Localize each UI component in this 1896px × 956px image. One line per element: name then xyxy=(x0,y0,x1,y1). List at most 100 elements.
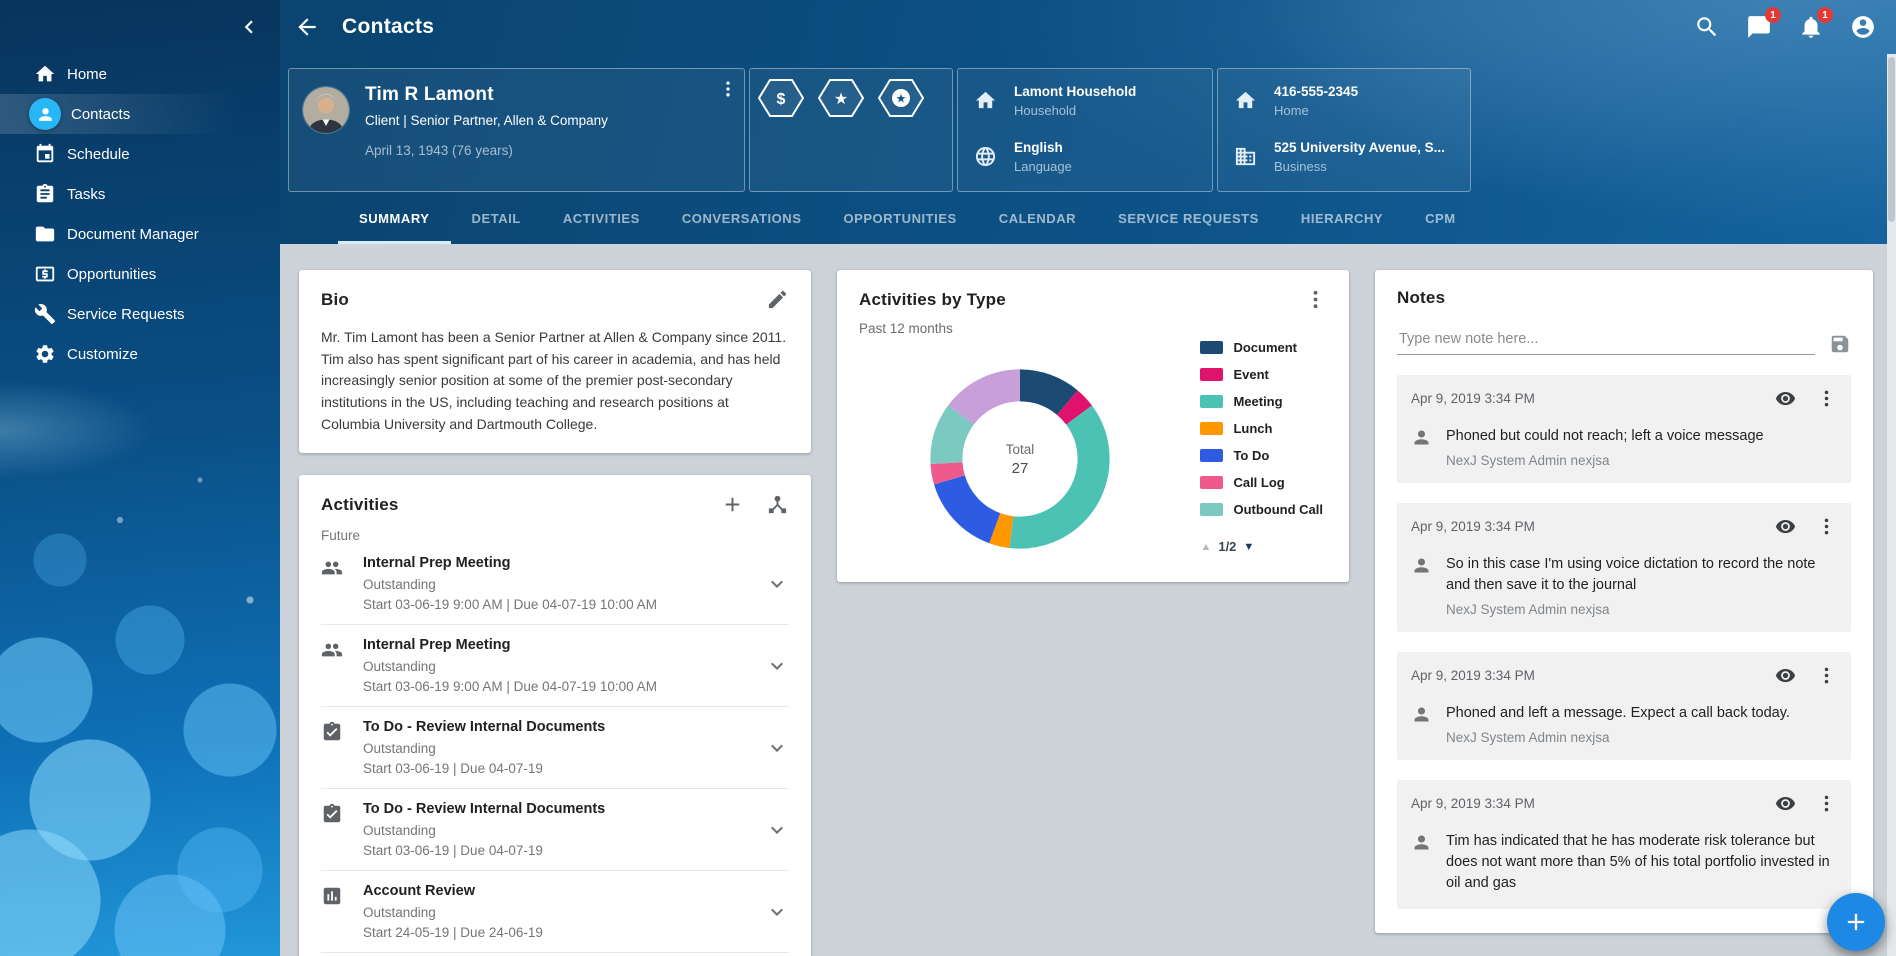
add-fab[interactable] xyxy=(1827,893,1885,951)
tab-opportunities[interactable]: OPPORTUNITIES xyxy=(822,192,977,244)
legend-pagination: ▲ 1/2 ▼ xyxy=(1200,539,1323,554)
note-input[interactable] xyxy=(1397,324,1815,355)
folder-icon xyxy=(33,222,57,246)
note-author: NexJ System Admin nexjsa xyxy=(1446,453,1764,468)
chevron-down-icon[interactable] xyxy=(765,736,789,760)
legend-item: Event xyxy=(1200,367,1323,382)
contact-menu-kebab-icon[interactable] xyxy=(718,79,738,99)
tab-calendar[interactable]: CALENDAR xyxy=(978,192,1097,244)
sidebar-item-home[interactable]: Home xyxy=(0,54,280,94)
household-row[interactable]: Lamont Household Household xyxy=(974,84,1196,118)
main-area: Contacts 1 1 Tim R Lamont Client | Senio… xyxy=(280,0,1896,956)
address-row[interactable]: 525 University Avenue, S... Business xyxy=(1234,140,1454,174)
household-type: Household xyxy=(1014,103,1136,118)
tab-cpm[interactable]: CPM xyxy=(1404,192,1477,244)
bell-icon[interactable]: 1 xyxy=(1798,14,1824,40)
tab-summary[interactable]: SUMMARY xyxy=(338,192,451,244)
note-menu-kebab-icon[interactable] xyxy=(1816,665,1837,686)
phone-row[interactable]: 416-555-2345 Home xyxy=(1234,84,1454,118)
chevron-down-icon[interactable] xyxy=(765,900,789,924)
note-menu-kebab-icon[interactable] xyxy=(1816,793,1837,814)
account-icon[interactable] xyxy=(1850,14,1876,40)
home-icon xyxy=(974,89,998,113)
phone-number: 416-555-2345 xyxy=(1274,84,1358,99)
topbar: Contacts 1 1 xyxy=(280,0,1896,54)
calendar-icon xyxy=(33,142,57,166)
chevron-down-icon[interactable] xyxy=(765,818,789,842)
legend-swatch xyxy=(1200,368,1223,381)
tab-service-requests[interactable]: SERVICE REQUESTS xyxy=(1097,192,1280,244)
eye-icon[interactable] xyxy=(1775,388,1796,409)
language-row[interactable]: English Language xyxy=(974,140,1196,174)
contact-name: Tim R Lamont xyxy=(365,84,608,106)
notifications-badge: 1 xyxy=(1817,7,1833,23)
notes-card: Notes Apr 9, 2019 3:34 PM xyxy=(1375,270,1873,933)
topbar-actions: 1 1 xyxy=(1694,14,1876,40)
bio-title: Bio xyxy=(321,290,349,310)
activity-dates: Start 03-06-19 9:00 AM | Due 04-07-19 10… xyxy=(363,597,747,612)
note-date: Apr 9, 2019 3:34 PM xyxy=(1411,668,1535,683)
note-date: Apr 9, 2019 3:34 PM xyxy=(1411,796,1535,811)
edit-pencil-icon[interactable] xyxy=(766,288,789,311)
save-icon[interactable] xyxy=(1829,333,1851,355)
activities-card: Activities Future Internal Prep Meeting … xyxy=(299,475,811,956)
activities-section-label: Future xyxy=(321,528,789,543)
eye-icon[interactable] xyxy=(1775,516,1796,537)
sidebar-item-schedule[interactable]: Schedule xyxy=(0,134,280,174)
legend-swatch xyxy=(1200,341,1223,354)
sidebar-item-service-requests[interactable]: Service Requests xyxy=(0,294,280,334)
activities-by-type-card: Activities by Type Past 12 months Total … xyxy=(837,270,1349,582)
back-arrow-icon[interactable] xyxy=(294,14,320,40)
page-title: Contacts xyxy=(342,15,434,39)
notes-title: Notes xyxy=(1397,288,1445,308)
tab-hierarchy[interactable]: HIERARCHY xyxy=(1280,192,1404,244)
legend-swatch xyxy=(1200,503,1223,516)
note-text: So in this case I'm using voice dictatio… xyxy=(1446,554,1837,596)
legend-page-down-icon[interactable]: ▼ xyxy=(1243,541,1254,553)
sidebar-item-document-manager[interactable]: Document Manager xyxy=(0,214,280,254)
note-menu-kebab-icon[interactable] xyxy=(1816,388,1837,409)
summary-content: Bio Mr. Tim Lamont has been a Senior Par… xyxy=(280,244,1896,956)
chevron-down-icon[interactable] xyxy=(765,654,789,678)
legend-page-indicator: 1/2 xyxy=(1218,539,1236,554)
tab-activities[interactable]: ACTIVITIES xyxy=(542,192,661,244)
sidebar-item-opportunities[interactable]: Opportunities xyxy=(0,254,280,294)
add-activity-icon[interactable] xyxy=(721,493,744,516)
column-middle: Activities by Type Past 12 months Total … xyxy=(837,270,1349,582)
note-item: Apr 9, 2019 3:34 PM Tim has indicated th… xyxy=(1397,780,1851,909)
person-icon xyxy=(1411,704,1432,725)
person-icon xyxy=(1411,555,1432,576)
sidebar-item-customize[interactable]: Customize xyxy=(0,334,280,374)
contact-tabs: SUMMARY DETAIL ACTIVITIES CONVERSATIONS … xyxy=(280,192,1896,244)
chevron-down-icon[interactable] xyxy=(765,572,789,596)
legend-swatch xyxy=(1200,395,1223,408)
dollar-hex-badge-icon: $ xyxy=(758,78,804,118)
activity-row: Internal Prep Meeting Outstanding Start … xyxy=(321,543,789,625)
home-icon xyxy=(1234,89,1258,113)
vertical-scrollbar[interactable] xyxy=(1887,54,1896,956)
legend-page-up-icon[interactable]: ▲ xyxy=(1200,541,1211,553)
note-text: Tim has indicated that he has moderate r… xyxy=(1446,831,1837,894)
tab-detail[interactable]: DETAIL xyxy=(451,192,542,244)
chevron-left-icon[interactable] xyxy=(236,14,262,40)
language-value: English xyxy=(1014,140,1072,155)
activity-title: To Do - Review Internal Documents xyxy=(363,719,747,735)
tab-conversations[interactable]: CONVERSATIONS xyxy=(661,192,823,244)
hierarchy-icon[interactable] xyxy=(766,493,789,516)
scrollbar-thumb[interactable] xyxy=(1888,57,1895,222)
activity-title: To Do - Review Internal Documents xyxy=(363,801,747,817)
address-value: 525 University Avenue, S... xyxy=(1274,140,1445,155)
activity-dates: Start 03-06-19 | Due 04-07-19 xyxy=(363,843,747,858)
sidebar-item-tasks[interactable]: Tasks xyxy=(0,174,280,214)
eye-icon[interactable] xyxy=(1775,793,1796,814)
chat-icon[interactable]: 1 xyxy=(1746,14,1772,40)
note-menu-kebab-icon[interactable] xyxy=(1816,516,1837,537)
sidebar: Home Contacts Schedule Tasks Document Ma… xyxy=(0,0,280,956)
search-icon[interactable] xyxy=(1694,14,1720,40)
chart-menu-kebab-icon[interactable] xyxy=(1304,288,1327,311)
note-item: Apr 9, 2019 3:34 PM So in this case I'm … xyxy=(1397,503,1851,632)
dollar-box-icon xyxy=(33,262,57,286)
chat-badge: 1 xyxy=(1765,7,1781,23)
sidebar-item-contacts[interactable]: Contacts xyxy=(0,94,280,134)
eye-icon[interactable] xyxy=(1775,665,1796,686)
